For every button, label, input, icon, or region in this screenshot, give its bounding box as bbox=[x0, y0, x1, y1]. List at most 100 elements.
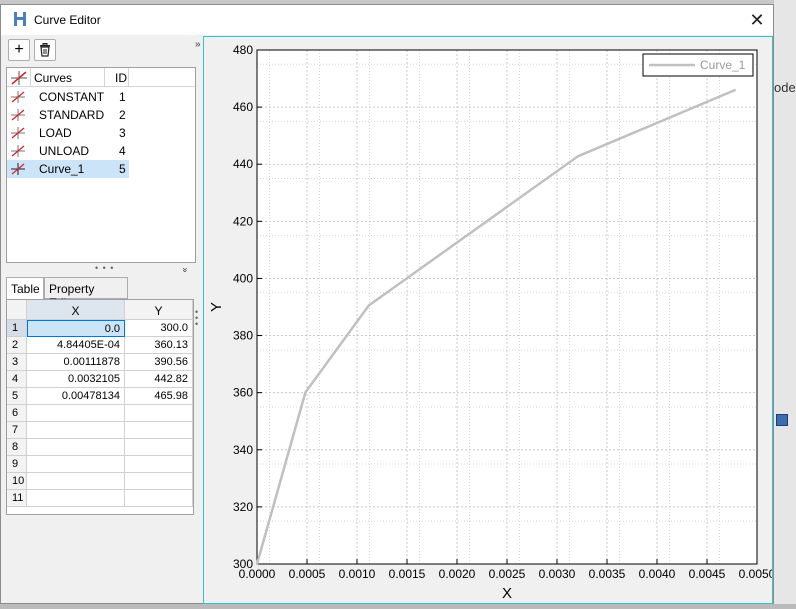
cell-x[interactable]: 0.00478134 bbox=[27, 388, 125, 405]
curves-panel: + » Curves ID CONSTANT 1 STANDARD 2 LOAD… bbox=[5, 37, 201, 603]
tab-table[interactable]: Table bbox=[6, 277, 44, 299]
row-number[interactable]: 6 bbox=[7, 405, 27, 422]
curve-name: STANDARD bbox=[39, 108, 105, 122]
cell-y[interactable]: 442.82 bbox=[125, 371, 193, 388]
collapse-panel-button[interactable]: » bbox=[195, 39, 201, 50]
x-tick-label: 0.0015 bbox=[389, 567, 426, 581]
curve-list-item[interactable]: LOAD 3 bbox=[7, 124, 129, 142]
curve-name: CONSTANT bbox=[39, 90, 105, 104]
row-number[interactable]: 11 bbox=[7, 490, 27, 507]
cell-x[interactable] bbox=[27, 473, 125, 490]
tab-property-editor[interactable]: Property Editor bbox=[44, 277, 128, 310]
x-tick-label: 0.0010 bbox=[339, 567, 376, 581]
cell-y[interactable]: 465.98 bbox=[125, 388, 193, 405]
y-tick-label: 340 bbox=[233, 443, 253, 457]
chart-area: 0.0000 0.0005 0.0010 0.0015 0.0020 0.0025 0.00… bbox=[203, 36, 773, 604]
x-tick-label: 0.0030 bbox=[539, 567, 576, 581]
cell-x[interactable]: 4.84405E-04 bbox=[27, 337, 125, 354]
splitter-handle[interactable]: • • • bbox=[95, 263, 114, 273]
curve-icon bbox=[11, 145, 25, 157]
cell-x[interactable]: 0.0032105 bbox=[27, 371, 125, 388]
table-corner[interactable] bbox=[7, 300, 27, 320]
x-tick-label: 0.0035 bbox=[589, 567, 626, 581]
y-tick-label: 380 bbox=[233, 329, 253, 343]
cell-y[interactable] bbox=[125, 490, 193, 507]
add-curve-button[interactable]: + bbox=[8, 39, 30, 61]
x-tick-label: 0.0005 bbox=[289, 567, 326, 581]
y-tick-label: 300 bbox=[233, 557, 253, 571]
curve-id: 5 bbox=[119, 162, 126, 176]
points-table: X Y 1 0.0 300.0 2 4.84405E-04 360.13 3 0.001118… bbox=[6, 299, 194, 515]
y-tick-label: 400 bbox=[233, 271, 253, 285]
cell-x[interactable] bbox=[27, 422, 125, 439]
cell-y[interactable]: 300.0 bbox=[125, 320, 193, 337]
delete-curve-button[interactable] bbox=[34, 39, 56, 61]
cell-y[interactable] bbox=[125, 405, 193, 422]
cell-x[interactable]: 0.00111878 bbox=[27, 354, 125, 371]
cell-y[interactable] bbox=[125, 439, 193, 456]
data-point bbox=[256, 563, 258, 565]
curve-list-item[interactable]: Curve_1 5 bbox=[7, 160, 129, 178]
trash-icon bbox=[40, 43, 50, 57]
cell-y[interactable] bbox=[125, 473, 193, 490]
row-number[interactable]: 7 bbox=[7, 422, 27, 439]
header-curve-icon-col[interactable] bbox=[7, 68, 31, 87]
legend-label: Curve_1 bbox=[700, 58, 746, 72]
curve-id: 1 bbox=[119, 90, 126, 104]
cell-x[interactable] bbox=[27, 490, 125, 507]
curve-list-item[interactable]: UNLOAD 4 bbox=[7, 142, 129, 160]
curve-icon bbox=[11, 109, 25, 121]
title-bar[interactable]: Curve Editor ✕ bbox=[1, 5, 773, 35]
x-tick-label: 0.0050 bbox=[739, 567, 772, 581]
y-tick-label: 440 bbox=[233, 157, 253, 171]
row-number[interactable]: 5 bbox=[7, 388, 27, 405]
y-axis-label: Y bbox=[208, 302, 225, 312]
curves-list: Curves ID CONSTANT 1 STANDARD 2 LOAD 3 UNLOAD 4… bbox=[6, 67, 196, 263]
cell-x[interactable] bbox=[27, 405, 125, 422]
close-button[interactable]: ✕ bbox=[745, 9, 769, 31]
cell-y[interactable]: 390.56 bbox=[125, 354, 193, 371]
row-number[interactable]: 9 bbox=[7, 456, 27, 473]
row-number[interactable]: 4 bbox=[7, 371, 27, 388]
app-logo-icon bbox=[14, 12, 26, 26]
header-id[interactable]: ID bbox=[105, 68, 129, 87]
data-point bbox=[577, 155, 580, 158]
curve-name: LOAD bbox=[39, 126, 72, 140]
data-point bbox=[367, 304, 370, 307]
row-number[interactable]: 2 bbox=[7, 337, 27, 354]
cell-y[interactable]: 360.13 bbox=[125, 337, 193, 354]
row-number[interactable]: 1 bbox=[7, 320, 27, 337]
curve-icon bbox=[11, 163, 25, 175]
cell-x[interactable] bbox=[27, 456, 125, 473]
cell-x[interactable] bbox=[27, 439, 125, 456]
cell-y[interactable] bbox=[125, 456, 193, 473]
row-number[interactable]: 3 bbox=[7, 354, 27, 371]
column-header-y[interactable]: Y bbox=[125, 300, 193, 320]
table-resize-handle[interactable]: • • • bbox=[195, 308, 198, 329]
cell-y[interactable] bbox=[125, 422, 193, 439]
curve-list-item[interactable]: CONSTANT 1 bbox=[7, 88, 129, 106]
curve-icon bbox=[11, 127, 25, 139]
background-text: ode bbox=[774, 80, 796, 95]
data-point bbox=[734, 89, 737, 92]
curve-icon bbox=[11, 91, 25, 103]
x-axis-label: X bbox=[502, 585, 512, 602]
column-header-x[interactable]: X bbox=[27, 300, 125, 320]
cell-x[interactable]: 0.0 bbox=[27, 320, 125, 337]
y-tick-label: 420 bbox=[233, 214, 253, 228]
curve-name: UNLOAD bbox=[39, 144, 90, 158]
curve-id: 4 bbox=[119, 144, 126, 158]
background-bottom-strip bbox=[0, 604, 796, 609]
curve-chart[interactable]: 0.0000 0.0005 0.0010 0.0015 0.0020 0.0025 0.00… bbox=[204, 37, 772, 603]
row-number[interactable]: 10 bbox=[7, 473, 27, 490]
y-tick-label: 320 bbox=[233, 500, 253, 514]
curve-name: Curve_1 bbox=[39, 162, 85, 176]
row-number[interactable]: 8 bbox=[7, 439, 27, 456]
curve-icon bbox=[11, 71, 27, 85]
curve-list-item[interactable]: STANDARD 2 bbox=[7, 106, 129, 124]
y-tick-label: 360 bbox=[233, 386, 253, 400]
header-curves[interactable]: Curves bbox=[31, 68, 105, 87]
y-tick-label: 480 bbox=[233, 43, 253, 57]
curve-id: 2 bbox=[119, 108, 126, 122]
splitter-expand-button[interactable]: » bbox=[181, 267, 191, 272]
